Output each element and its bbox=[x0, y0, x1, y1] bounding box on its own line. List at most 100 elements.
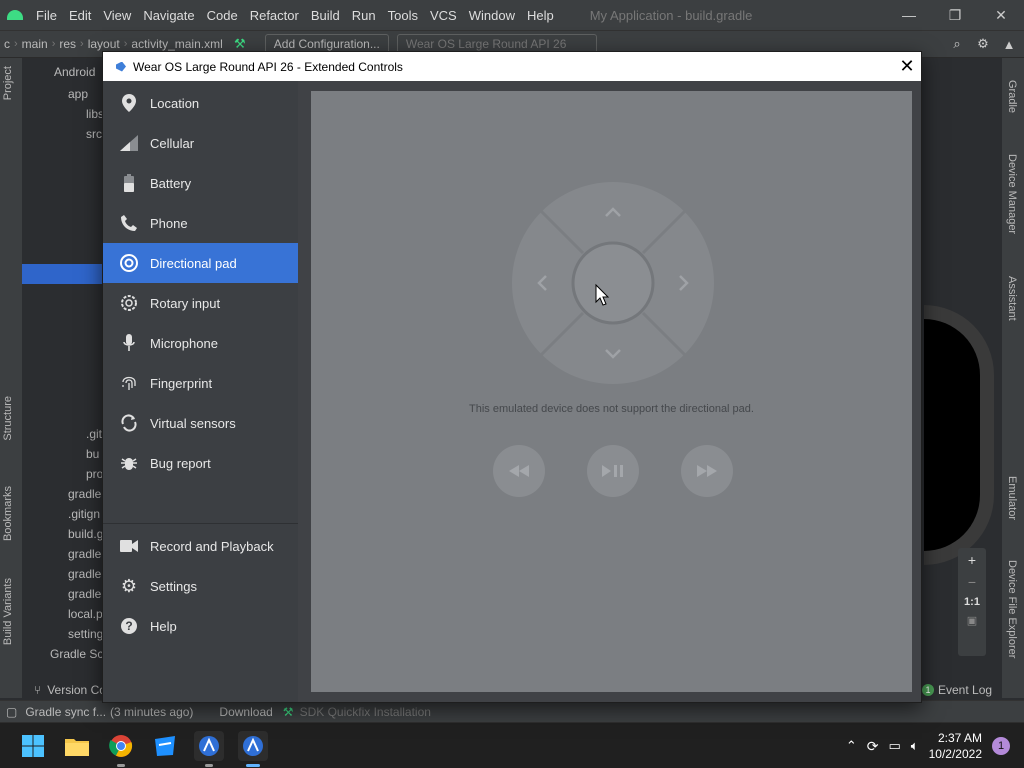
cellular-signal-icon bbox=[120, 134, 138, 152]
rotate-sensor-icon bbox=[120, 414, 138, 432]
nav-bug-report[interactable]: Bug report bbox=[103, 443, 298, 483]
tree-item[interactable]: gradle bbox=[68, 564, 101, 584]
clock[interactable]: 2:37 AM 10/2/2022 bbox=[929, 730, 982, 762]
tree-item[interactable]: gradle bbox=[68, 484, 101, 504]
nav-microphone[interactable]: Microphone bbox=[103, 323, 298, 363]
tree-item[interactable]: pro bbox=[86, 464, 103, 484]
close-window-button[interactable]: ✕ bbox=[978, 0, 1024, 30]
tab-device-file-explorer[interactable]: Device File Explorer bbox=[1006, 560, 1018, 658]
breadcrumb-main[interactable]: main bbox=[18, 37, 52, 51]
version-control-tab[interactable]: ⑂ Version Co bbox=[22, 680, 106, 700]
tree-item[interactable]: bu bbox=[86, 444, 99, 464]
dialog-title-bar[interactable]: Wear OS Large Round API 26 - Extended Co… bbox=[103, 52, 921, 81]
restore-button[interactable]: ❐ bbox=[932, 0, 978, 30]
status-sync[interactable]: Gradle sync f... bbox=[25, 705, 106, 719]
tree-item[interactable]: local.p bbox=[68, 604, 103, 624]
nav-battery[interactable]: Battery bbox=[103, 163, 298, 203]
android-studio-taskbar-icon[interactable] bbox=[194, 731, 224, 767]
nav-location[interactable]: Location bbox=[103, 83, 298, 123]
tree-item[interactable]: .gitign bbox=[68, 504, 100, 524]
menu-view[interactable]: View bbox=[99, 8, 135, 23]
nav-help[interactable]: ? Help bbox=[103, 606, 298, 646]
tree-item[interactable]: gradle bbox=[68, 584, 101, 604]
menu-file[interactable]: File bbox=[32, 8, 61, 23]
gear-icon[interactable]: ⚙ bbox=[974, 35, 992, 53]
tab-structure[interactable]: Structure bbox=[2, 396, 14, 441]
network-icon[interactable]: ▭ bbox=[889, 738, 901, 754]
rewind-button[interactable] bbox=[493, 445, 545, 497]
tab-build-variants[interactable]: Build Variants bbox=[2, 578, 14, 645]
sync-icon[interactable]: ⟳ bbox=[867, 738, 879, 755]
tree-selected-row[interactable] bbox=[22, 264, 104, 284]
breadcrumb-res[interactable]: res bbox=[55, 37, 80, 51]
zoom-fit-icon[interactable]: ▣ bbox=[967, 614, 977, 627]
tab-gradle[interactable]: Gradle bbox=[1006, 80, 1018, 113]
rewind-icon bbox=[509, 465, 529, 477]
tree-item[interactable]: Gradle Scri bbox=[50, 644, 104, 664]
menu-window[interactable]: Window bbox=[465, 8, 519, 23]
emulator-watch-screen[interactable] bbox=[924, 305, 994, 565]
nav-rotary-input[interactable]: Rotary input bbox=[103, 283, 298, 323]
status-square-icon[interactable]: ▢ bbox=[6, 705, 17, 719]
menu-help[interactable]: Help bbox=[523, 8, 558, 23]
nav-settings[interactable]: ⚙ Settings bbox=[103, 566, 298, 606]
zoom-in-button[interactable]: + bbox=[968, 552, 976, 568]
nav-record-and-playback[interactable]: Record and Playback bbox=[103, 526, 298, 566]
dpad-unsupported-message: This emulated device does not support th… bbox=[469, 403, 754, 415]
menu-run[interactable]: Run bbox=[348, 8, 380, 23]
tree-item[interactable]: src bbox=[86, 124, 102, 144]
tab-bookmarks[interactable]: Bookmarks bbox=[2, 486, 14, 541]
menu-edit[interactable]: Edit bbox=[65, 8, 95, 23]
windows-start-icon[interactable] bbox=[18, 731, 48, 761]
clock-time: 2:37 AM bbox=[937, 731, 982, 745]
menu-navigate[interactable]: Navigate bbox=[139, 8, 198, 23]
zoom-actual-size-button[interactable]: 1:1 bbox=[964, 596, 980, 608]
tab-device-manager[interactable]: Device Manager bbox=[1006, 154, 1018, 234]
dpad-icon bbox=[120, 254, 138, 272]
tab-emulator[interactable]: Emulator bbox=[1006, 476, 1018, 520]
ide-logo-icon[interactable]: ▲ bbox=[1000, 35, 1018, 53]
nav-phone[interactable]: Phone bbox=[103, 203, 298, 243]
fast-forward-button[interactable] bbox=[681, 445, 733, 497]
nav-directional-pad[interactable]: Directional pad bbox=[103, 243, 298, 283]
breadcrumb-activity-main[interactable]: activity_main.xml bbox=[127, 37, 226, 51]
tree-item[interactable]: app bbox=[68, 84, 88, 104]
status-sync-time: (3 minutes ago) bbox=[110, 704, 194, 719]
nav-cellular[interactable]: Cellular bbox=[103, 123, 298, 163]
event-log-label: Event Log bbox=[938, 683, 993, 697]
store-app-icon[interactable] bbox=[150, 731, 180, 761]
nav-fingerprint[interactable]: Fingerprint bbox=[103, 363, 298, 403]
phone-icon bbox=[120, 214, 138, 232]
android-studio-window-taskbar-icon[interactable] bbox=[238, 731, 268, 767]
dpad-control[interactable] bbox=[511, 181, 715, 385]
tree-item[interactable]: .git bbox=[86, 424, 102, 444]
file-explorer-icon[interactable] bbox=[62, 731, 92, 761]
zoom-out-button[interactable]: − bbox=[968, 574, 976, 590]
menu-build[interactable]: Build bbox=[307, 8, 344, 23]
chevron-up-icon[interactable]: ⌃ bbox=[846, 738, 857, 754]
tree-item[interactable]: build.g bbox=[68, 524, 103, 544]
menu-code[interactable]: Code bbox=[203, 8, 242, 23]
breadcrumb-layout[interactable]: layout bbox=[84, 37, 124, 51]
menu-refactor[interactable]: Refactor bbox=[246, 8, 303, 23]
tree-item[interactable]: gradle bbox=[68, 544, 101, 564]
status-download[interactable]: Download bbox=[219, 705, 272, 719]
chrome-icon[interactable] bbox=[106, 731, 136, 767]
tab-project[interactable]: Project bbox=[2, 66, 14, 100]
play-pause-button[interactable] bbox=[587, 445, 639, 497]
tree-item[interactable]: setting bbox=[68, 624, 103, 644]
nav-virtual-sensors[interactable]: Virtual sensors bbox=[103, 403, 298, 443]
minimize-button[interactable]: — bbox=[886, 0, 932, 30]
nav-label: Settings bbox=[150, 578, 197, 594]
tab-assistant[interactable]: Assistant bbox=[1006, 276, 1018, 321]
breadcrumb-c[interactable]: c bbox=[0, 37, 14, 51]
project-header[interactable]: Android bbox=[54, 62, 95, 82]
dialog-close-button[interactable]: ✕ bbox=[893, 52, 921, 81]
volume-icon[interactable]: 🔈︎ bbox=[911, 738, 919, 754]
event-log-tab[interactable]: 1 Event Log bbox=[922, 680, 992, 700]
menu-tools[interactable]: Tools bbox=[384, 8, 422, 23]
notification-badge[interactable]: 1 bbox=[992, 737, 1010, 755]
svg-text:?: ? bbox=[125, 619, 132, 633]
menu-vcs[interactable]: VCS bbox=[426, 8, 461, 23]
search-icon[interactable]: ⌕ bbox=[948, 35, 966, 53]
